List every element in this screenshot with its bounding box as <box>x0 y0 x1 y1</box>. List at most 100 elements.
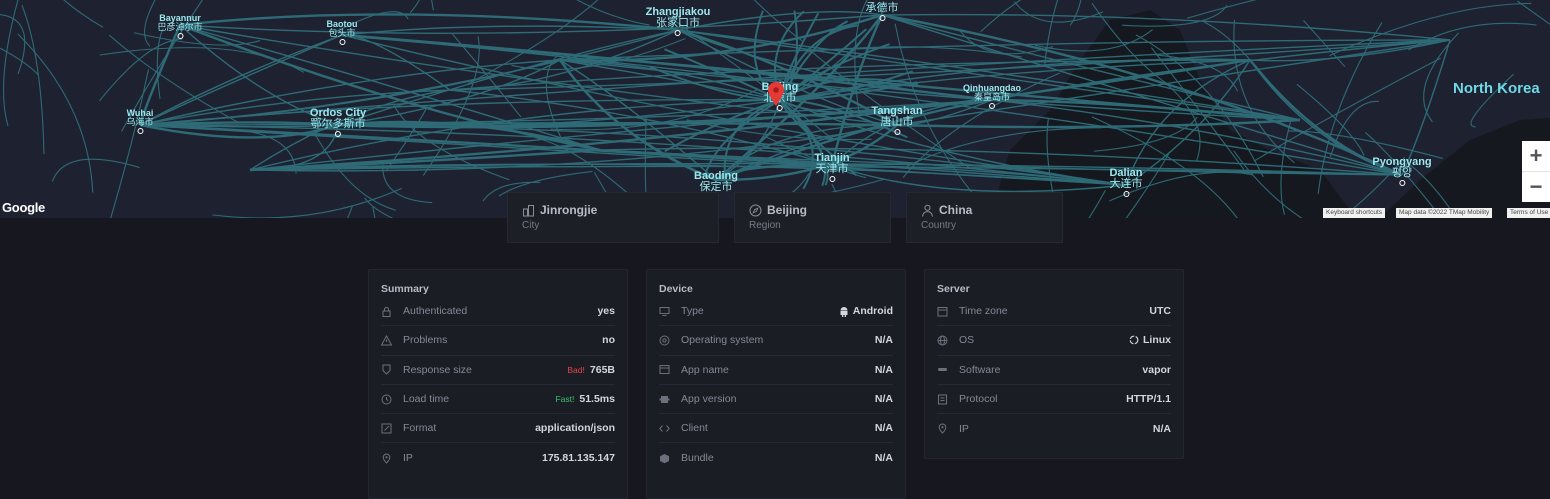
building-icon <box>522 204 535 217</box>
row-label: OS <box>959 334 974 346</box>
puzzle-icon <box>659 394 677 405</box>
map-data-attribution: Map data ©2022 TMap Mobility <box>1396 208 1492 218</box>
device-row-bundle: Bundle N/A <box>659 443 893 472</box>
protocol-icon <box>937 394 955 405</box>
software-icon <box>937 364 955 375</box>
road <box>1402 40 1450 175</box>
row-label: Bundle <box>681 452 714 464</box>
row-value: UTC <box>1149 305 1171 317</box>
linux-icon <box>1129 335 1139 345</box>
summary-row-ip: IP 175.81.135.147 <box>381 443 615 472</box>
location-card-city: Jinrongjie City <box>507 192 719 243</box>
road <box>275 206 352 218</box>
summary-row-load-time: Load time Fast!51.5ms <box>381 385 615 414</box>
server-row-ip: IP N/A <box>937 414 1171 443</box>
road <box>429 0 448 10</box>
map-label-tianjin: Tianjin天津市 <box>814 153 849 182</box>
server-row-software: Software vapor <box>937 356 1171 385</box>
device-title: Device <box>647 270 905 297</box>
row-value: N/A <box>1153 423 1171 435</box>
road <box>1014 2 1103 22</box>
road <box>645 118 646 202</box>
summary-title: Summary <box>369 270 627 297</box>
keyboard-shortcuts-link[interactable]: Keyboard shortcuts <box>1323 208 1385 218</box>
row-value: yes <box>597 305 615 317</box>
location-icon <box>937 423 955 434</box>
road <box>365 198 451 218</box>
device-row-os: Operating system N/A <box>659 326 893 355</box>
row-label: App version <box>681 393 736 405</box>
map-label-dalian: Dalian大连市 <box>1109 168 1142 197</box>
row-label: Response size <box>403 364 472 376</box>
server-panel: Server Time zone UTC OS Linux Software v… <box>924 269 1184 459</box>
google-logo[interactable]: Google <box>2 200 45 215</box>
row-label: Authenticated <box>403 305 467 317</box>
server-row-timezone: Time zone UTC <box>937 297 1171 326</box>
fast-badge: Fast! <box>555 394 574 404</box>
server-title: Server <box>925 270 1183 297</box>
row-value-text: Linux <box>1143 334 1171 346</box>
clock-icon <box>381 394 399 405</box>
map-label-ordos: Ordos City鄂尔多斯市 <box>310 108 366 137</box>
row-label: Client <box>681 422 708 434</box>
row-label: Software <box>959 364 1000 376</box>
row-label: IP <box>403 452 413 464</box>
road <box>0 0 103 27</box>
row-value: HTTP/1.1 <box>1126 393 1171 405</box>
row-value: N/A <box>875 364 893 376</box>
row-label: Time zone <box>959 305 1008 317</box>
row-label: IP <box>959 423 969 435</box>
lock-icon <box>381 306 399 317</box>
map-label-zhangjiakou: Zhangjiakou张家口市 <box>646 7 711 36</box>
row-value: N/A <box>875 422 893 434</box>
location-city-label: City <box>522 220 704 231</box>
device-row-client: Client N/A <box>659 414 893 443</box>
summary-row-response-size: Response size Bad!765B <box>381 356 615 385</box>
map-label-baotou: Baotou包头市 <box>327 20 358 45</box>
warning-icon <box>381 335 399 346</box>
map[interactable]: Bayannur巴彦淖尔市 Baotou包头市 Zhangjiakou张家口市 … <box>0 0 1550 218</box>
location-region-name: Beijing <box>767 203 807 217</box>
os-icon <box>659 335 677 346</box>
row-value: Fast!51.5ms <box>555 393 615 405</box>
map-pin-icon[interactable] <box>768 82 784 111</box>
map-label-baoding: Baoding保定市 <box>694 171 738 193</box>
zoom-out-button[interactable]: − <box>1522 172 1550 202</box>
road <box>546 55 562 142</box>
location-country-label: Country <box>921 220 1048 231</box>
summary-row-format: Format application/json <box>381 414 615 443</box>
row-label: Type <box>681 305 704 317</box>
map-label-bayannur: Bayannur巴彦淖尔市 <box>157 14 202 39</box>
row-value: N/A <box>875 452 893 464</box>
map-label-qinhuangdao: Qinhuangdao秦皇岛市 <box>963 84 1021 109</box>
location-card-region: Beijing Region <box>734 192 891 243</box>
row-value-text: 765B <box>590 364 615 376</box>
person-icon <box>921 204 934 217</box>
road <box>373 207 385 218</box>
road <box>1330 101 1378 156</box>
row-label: Operating system <box>681 334 763 346</box>
map-label-north-korea: North Korea <box>1453 80 1540 97</box>
window-icon <box>659 364 677 375</box>
location-country-name: China <box>939 203 972 217</box>
calendar-icon <box>937 306 955 317</box>
row-label: Format <box>403 422 436 434</box>
location-region-label: Region <box>749 220 876 231</box>
road <box>1408 23 1536 50</box>
summary-row-authenticated: Authenticated yes <box>381 297 615 326</box>
row-value: Linux <box>1129 334 1171 346</box>
row-value: N/A <box>875 334 893 346</box>
box-icon <box>659 453 677 464</box>
zoom-in-button[interactable]: + <box>1522 141 1550 172</box>
summary-row-problems: Problems no <box>381 326 615 355</box>
map-label-chengde: 承德市 <box>866 3 899 21</box>
device-row-app-version: App version N/A <box>659 385 893 414</box>
location-icon <box>381 453 399 464</box>
road <box>212 188 401 218</box>
row-value: Bad!765B <box>567 364 615 376</box>
row-label: App name <box>681 364 729 376</box>
device-row-app-name: App name N/A <box>659 356 893 385</box>
terms-of-use-link[interactable]: Terms of Use <box>1507 208 1550 218</box>
server-row-os: OS Linux <box>937 326 1171 355</box>
edit-icon <box>381 423 399 434</box>
